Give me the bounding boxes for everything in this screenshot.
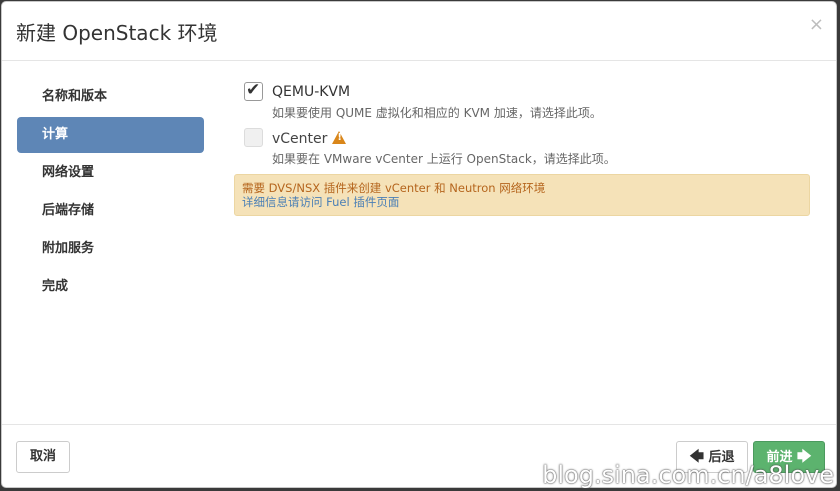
- plugin-warning-alert: 需要 DVS/NSX 插件来创建 vCenter 和 Neutron 网络环境 …: [234, 174, 810, 216]
- qemu-kvm-description: 如果要使用 QUME 虚拟化和相应的 KVM 加速，请选择此项。: [272, 106, 602, 120]
- alert-text: 需要 DVS/NSX 插件来创建 vCenter 和 Neutron 网络环境: [242, 181, 546, 195]
- step-network-setup[interactable]: 网络设置: [17, 155, 204, 191]
- step-compute[interactable]: 计算: [17, 117, 204, 153]
- vcenter-label: vCenter: [272, 131, 328, 147]
- qemu-kvm-checkbox[interactable]: ✔: [244, 80, 263, 101]
- fuel-plugins-link[interactable]: 详细信息请访问 Fuel 插件页面: [242, 195, 802, 209]
- step-name-and-release[interactable]: 名称和版本: [17, 79, 204, 115]
- option-vcenter: vCenter 如果要在 VMware vCenter 上运行 OpenStac…: [234, 126, 808, 172]
- vcenter-label-row: vCenter: [272, 130, 347, 147]
- close-icon[interactable]: ×: [809, 16, 824, 34]
- option-qemu-kvm: ✔ QEMU-KVM 如果要使用 QUME 虚拟化和相应的 KVM 加速，请选择…: [234, 80, 808, 126]
- dialog-header: 新建 OpenStack 环境 ×: [2, 2, 836, 61]
- wizard-steps-sidebar: 名称和版本 计算 网络设置 后端存储 附加服务 完成: [17, 79, 204, 307]
- step-storage-backends[interactable]: 后端存储: [17, 193, 204, 229]
- checkmark-icon: ✔: [246, 80, 261, 100]
- step-finish[interactable]: 完成: [17, 269, 204, 305]
- cancel-button[interactable]: 取消: [16, 441, 70, 473]
- vcenter-checkbox[interactable]: [244, 128, 263, 147]
- new-environment-dialog: 新建 OpenStack 环境 × 名称和版本 计算 网络设置 后端存储 附加服…: [1, 1, 837, 488]
- qemu-kvm-label: QEMU-KVM: [272, 84, 351, 100]
- warning-icon[interactable]: [332, 131, 347, 144]
- compute-options: ✔ QEMU-KVM 如果要使用 QUME 虚拟化和相应的 KVM 加速，请选择…: [234, 80, 810, 216]
- vcenter-description: 如果要在 VMware vCenter 上运行 OpenStack，请选择此项。: [272, 152, 616, 166]
- dialog-title: 新建 OpenStack 环境: [16, 21, 218, 45]
- watermark: blog.sina.com.cn/a8love: [542, 461, 834, 489]
- step-additional-services[interactable]: 附加服务: [17, 231, 204, 267]
